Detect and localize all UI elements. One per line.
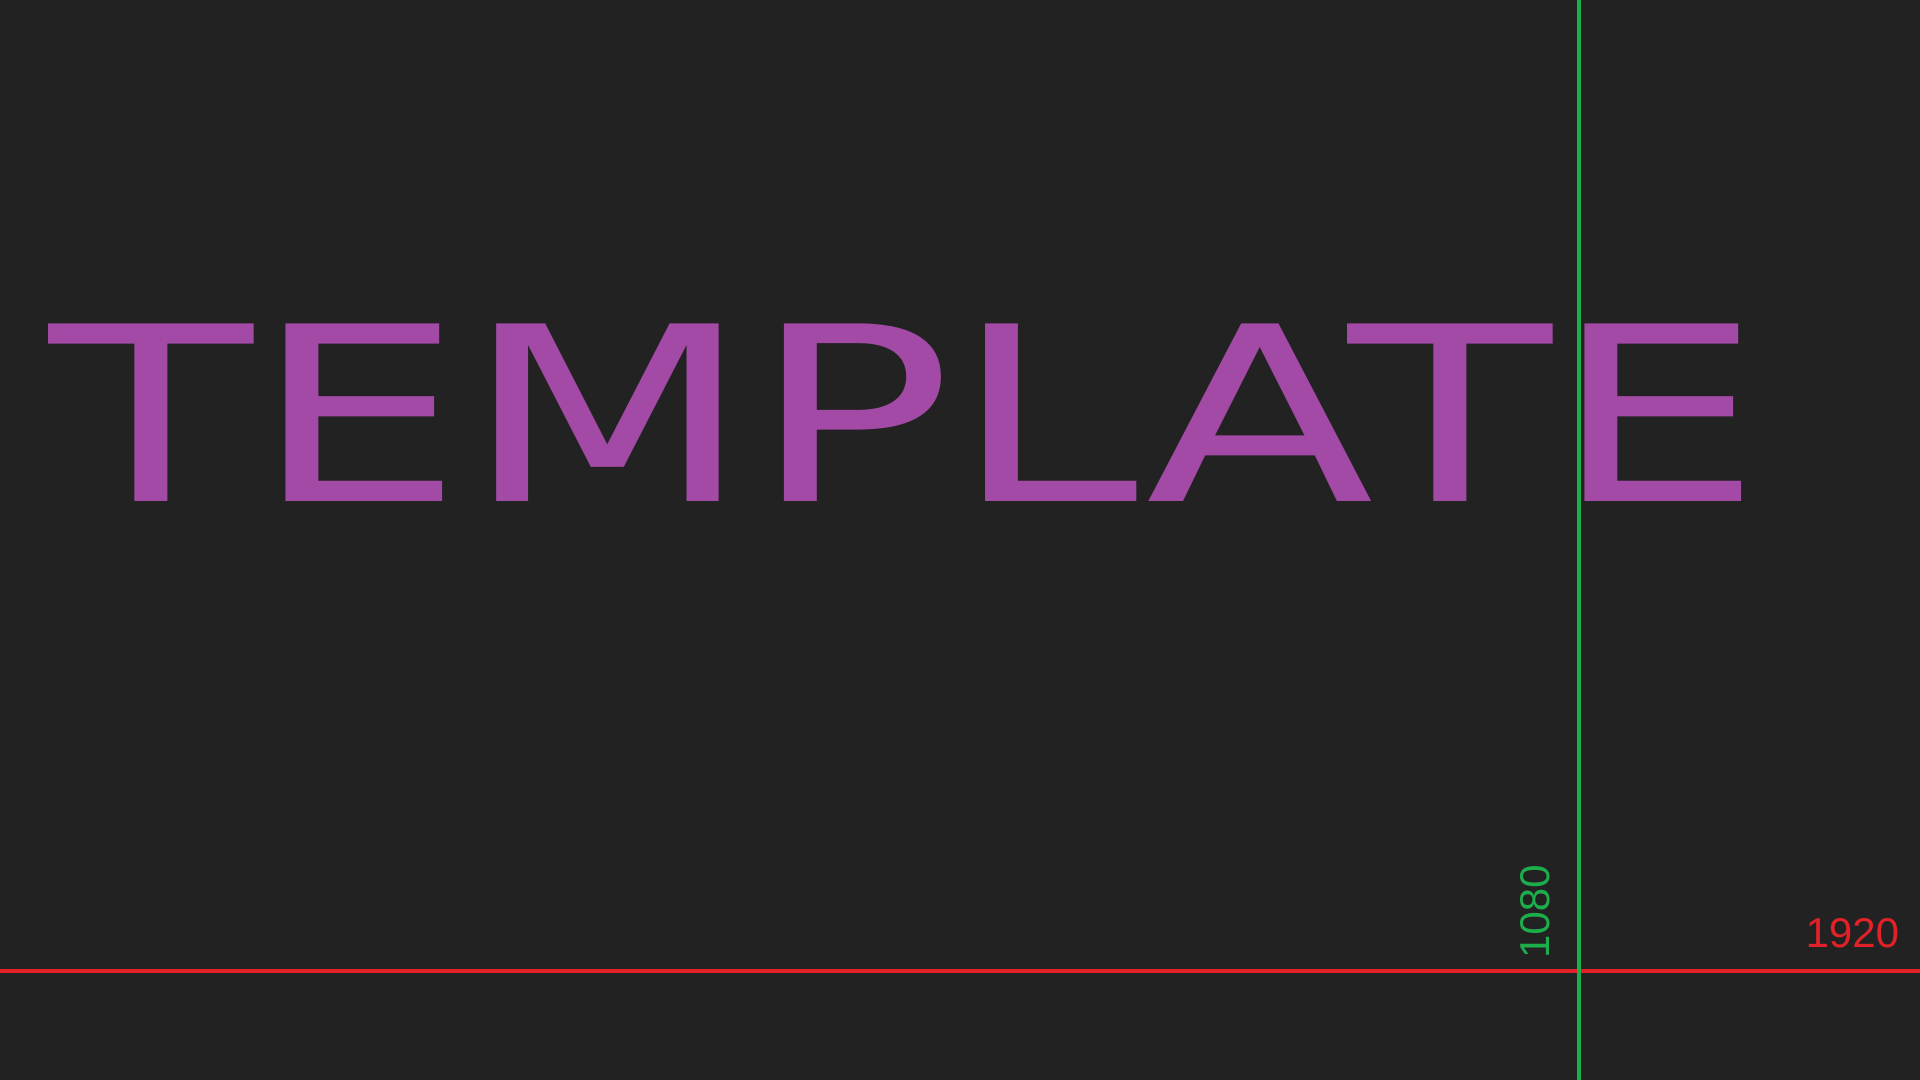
template-title: TEMPLATE bbox=[49, 275, 1763, 559]
height-label: 1080 bbox=[1511, 864, 1558, 958]
height-guide-line bbox=[1577, 0, 1581, 1080]
width-guide-line bbox=[0, 969, 1920, 973]
canvas: TEMPLATE 1920 1080 bbox=[0, 0, 1920, 1080]
width-label: 1920 bbox=[1805, 909, 1899, 956]
